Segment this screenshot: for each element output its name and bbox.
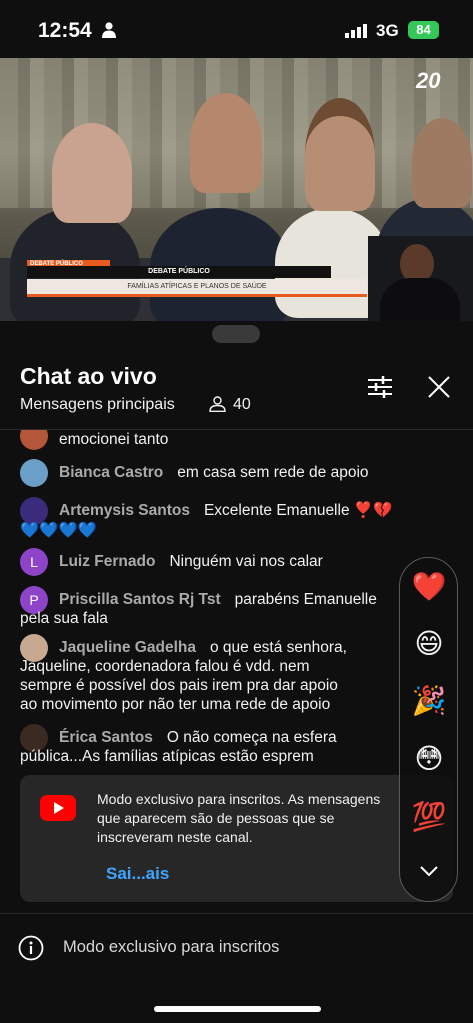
message-author[interactable]: Jaqueline Gadelha	[59, 639, 196, 656]
reaction-hundred[interactable]: 💯	[411, 799, 447, 835]
youtube-icon	[40, 795, 76, 821]
message-body: Artemysis Santos Excelente Emanuelle ❣️💔	[59, 501, 469, 520]
subscriber-only-notice: Modo exclusivo para inscritos. As mensag…	[20, 775, 453, 902]
message-author[interactable]: Artemysis Santos	[59, 502, 190, 519]
close-icon[interactable]	[427, 375, 451, 399]
chat-filter-dropdown[interactable]: Mensagens principais	[20, 396, 175, 414]
divider	[0, 913, 473, 914]
message-text: Ninguém vai nos calar	[169, 553, 323, 570]
reaction-smile[interactable]: 😄	[411, 626, 447, 662]
reactions-panel: ❤️ 😄 🎉 😳 💯	[399, 557, 458, 902]
sign-language-interpreter	[368, 236, 473, 321]
status-time: 12:54	[38, 19, 92, 42]
message-text: ao movimento por não ter uma rede de apo…	[20, 696, 331, 713]
message-body: ao movimento por não ter uma rede de apo…	[20, 695, 430, 714]
message-text: parabéns Emanuelle	[234, 591, 377, 608]
reaction-party[interactable]: 🎉	[411, 683, 447, 719]
speaker-figure	[305, 98, 375, 211]
message-body: pela sua fala	[20, 609, 430, 628]
message-author[interactable]: Luiz Fernado	[59, 553, 155, 570]
message-text: o que está senhora,	[209, 639, 347, 656]
learn-more-link[interactable]: Sai...ais	[106, 864, 169, 884]
message-text: 💙💙💙💙	[20, 522, 98, 539]
avatar[interactable]	[20, 459, 48, 487]
message-body: Bianca Castro em casa sem rede de apoio	[59, 463, 469, 482]
message-author[interactable]: Priscilla Santos Rj Tst	[59, 591, 221, 608]
message-text: emocionei tanto	[59, 431, 169, 448]
status-bar: 12:54 3G 84	[0, 0, 473, 58]
message-body: 💙💙💙💙	[20, 521, 430, 540]
viewers-icon	[209, 396, 226, 412]
message-author[interactable]: Bianca Castro	[59, 464, 163, 481]
message-text: pela sua fala	[20, 610, 108, 627]
message-text: em casa sem rede de apoio	[177, 464, 369, 481]
battery-indicator: 84	[408, 21, 439, 39]
speaker-figure	[52, 123, 132, 223]
avatar[interactable]: L	[20, 548, 48, 576]
info-icon[interactable]	[18, 935, 44, 961]
signal-icon	[345, 24, 367, 38]
message-text: Jaqueline, coordenadora falou é vdd. nem	[20, 658, 310, 675]
notice-text: Modo exclusivo para inscritos. As mensag…	[97, 791, 381, 845]
chevron-down-icon[interactable]	[419, 865, 439, 877]
home-indicator[interactable]	[154, 1006, 321, 1012]
live-video-player[interactable]: 20 DEBATE PÚBLICO DEBATE PÚBLICO FAMÍLIA…	[0, 58, 473, 321]
viewer-count: 40	[233, 396, 251, 413]
reaction-flushed[interactable]: 😳	[411, 741, 447, 777]
message-body: emocionei tanto	[59, 430, 469, 449]
interpreter-body	[380, 278, 460, 321]
message-text: O não começa na esfera	[166, 729, 337, 746]
subscriber-mode-label: Modo exclusivo para inscritos	[63, 938, 280, 956]
speaker-figure	[190, 93, 262, 193]
message-text: pública...As famílias atípicas estão esp…	[20, 748, 314, 765]
lower-third-title: DEBATE PÚBLICO	[27, 266, 331, 278]
message-text: sempre é possível dos pais irem pra dar …	[20, 677, 338, 694]
message-body: pública...As famílias atípicas estão esp…	[20, 747, 430, 766]
person-icon	[102, 22, 116, 38]
speaker-figure	[150, 208, 290, 321]
reaction-heart[interactable]: ❤️	[411, 569, 447, 605]
message-author[interactable]: Érica Santos	[59, 729, 153, 746]
drag-handle[interactable]	[212, 325, 260, 343]
channel-logo: 20	[416, 68, 441, 93]
message-text: Excelente Emanuelle ❣️💔	[203, 502, 393, 519]
network-type: 3G	[376, 21, 399, 40]
lower-third-bar	[27, 294, 367, 297]
message-body: Jaqueline, coordenadora falou é vdd. nem	[20, 657, 430, 676]
lower-third-subtitle: FAMÍLIAS ATÍPICAS E PLANOS DE SAÚDE	[27, 279, 367, 294]
filter-icon[interactable]	[367, 375, 393, 399]
message-body: sempre é possível dos pais irem pra dar …	[20, 676, 430, 695]
avatar[interactable]	[20, 430, 48, 450]
speaker-figure	[412, 118, 472, 208]
chat-title: Chat ao vivo	[20, 363, 157, 389]
